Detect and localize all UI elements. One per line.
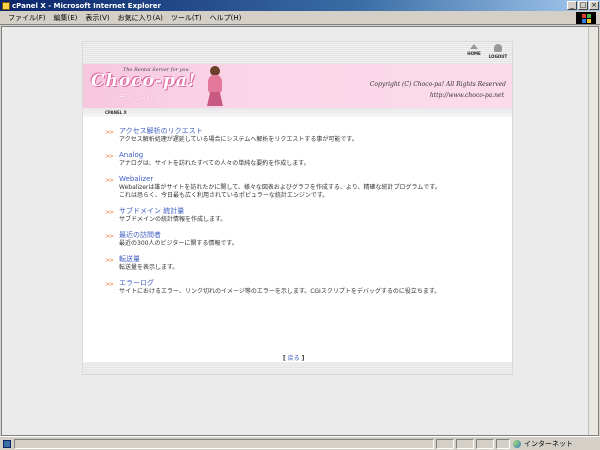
- menu-file[interactable]: ファイル(F): [8, 13, 46, 23]
- subdomain-stats-link[interactable]: サブドメイン 統計量: [119, 207, 505, 216]
- home-label: HOME: [467, 51, 481, 56]
- list-item: >> 最近の訪問者 最近の300人のビジターに関する情報です。: [105, 231, 505, 248]
- zone-label: インターネット: [524, 440, 573, 448]
- home-link[interactable]: HOME: [463, 44, 485, 56]
- logout-link[interactable]: LOGOUT: [487, 44, 509, 59]
- item-description: アナログは、サイトを訪れたすべての人々の単純な要約を作成します。: [119, 160, 310, 167]
- item-description: 最近の300人のビジターに関する情報です。: [119, 240, 238, 247]
- webalizer-link[interactable]: Webalizer: [119, 175, 505, 184]
- list-item: >> サブドメイン 統計量 サブドメインの統計情報を作成します。: [105, 207, 505, 224]
- site-url: http://www.choco-pa.net: [429, 92, 504, 99]
- item-description: 転送量を表示します。: [119, 264, 179, 271]
- logout-label: LOGOUT: [488, 54, 508, 59]
- menu-view[interactable]: 表示(V): [85, 13, 109, 23]
- item-description: Webalizerは誰がサイトを訪れたかに関して、様々な図表およびグラフを作成す…: [119, 184, 441, 191]
- page-icon: [3, 440, 11, 448]
- menu-help[interactable]: ヘルプ(H): [210, 13, 242, 23]
- status-bar: インターネット: [0, 436, 600, 450]
- cpanel-content: HOME LOGOUT The Rental Server for you Ch…: [82, 41, 513, 375]
- arrow-icon: >>: [105, 281, 114, 288]
- status-cell: [496, 439, 510, 449]
- arrow-icon: >>: [105, 177, 114, 184]
- arrow-icon: >>: [105, 209, 114, 216]
- back-link[interactable]: 戻る: [288, 355, 300, 362]
- top-nav: HOME LOGOUT: [83, 42, 512, 64]
- stats-menu-list: >> アクセス解析のリクエスト アクセス解析処理が遅延している場合にシステムへ解…: [105, 127, 505, 303]
- menu-bar: ファイル(F) 編集(E) 表示(V) お気に入り(A) ツール(T) ヘルプ(…: [0, 11, 600, 25]
- ie-icon: [2, 1, 10, 10]
- maximize-button[interactable]: □: [578, 1, 588, 10]
- minimize-button[interactable]: _: [567, 1, 577, 10]
- menu-favorites[interactable]: お気に入り(A): [118, 13, 163, 23]
- analog-link[interactable]: Analog: [119, 151, 505, 160]
- mascot-image: [207, 66, 223, 106]
- status-text-cell: [14, 439, 434, 449]
- status-cell: [476, 439, 494, 449]
- arrow-icon: >>: [105, 153, 114, 160]
- menu-tools[interactable]: ツール(T): [171, 13, 202, 23]
- footer-strip: [83, 362, 512, 374]
- bracket-close: ]: [301, 355, 305, 362]
- status-cell: [436, 439, 454, 449]
- logo-japanese: チョコパ！: [117, 93, 157, 102]
- arrow-icon: >>: [105, 129, 114, 136]
- close-button[interactable]: ×: [589, 1, 599, 10]
- list-item: >> 転送量 転送量を表示します。: [105, 255, 505, 272]
- breadcrumb: CPANEL X: [105, 110, 127, 115]
- recent-visitors-link[interactable]: 最近の訪問者: [119, 231, 505, 240]
- window-title: cPanel X - Microsoft Internet Explorer: [12, 1, 161, 10]
- menu-edit[interactable]: 編集(E): [54, 13, 78, 23]
- list-item: >> エラーログ サイトにおけるエラー、リンク切れのイメージ等のエラーを示します…: [105, 279, 505, 296]
- window-controls: _ □ ×: [567, 1, 599, 10]
- status-cell: [456, 439, 474, 449]
- title-bar: cPanel X - Microsoft Internet Explorer _…: [0, 0, 600, 11]
- bracket-open: [: [283, 355, 286, 362]
- browser-viewport: HOME LOGOUT The Rental Server for you Ch…: [1, 26, 599, 436]
- windows-logo-icon: [576, 12, 596, 24]
- back-nav: [ 戻る ]: [283, 353, 304, 362]
- arrow-icon: >>: [105, 233, 114, 240]
- item-description: アクセス解析処理が遅延している場合にシステムへ解析をリクエストする事が可能です。: [119, 136, 358, 143]
- list-item: >> アクセス解析のリクエスト アクセス解析処理が遅延している場合にシステムへ解…: [105, 127, 505, 144]
- item-description-2: これは恐らく、今日最も広く利用されているポピュラーな統計エンジンです。: [119, 192, 329, 199]
- bandwidth-link[interactable]: 転送量: [119, 255, 505, 264]
- breadcrumb-bar: CPANEL X: [83, 108, 512, 117]
- header-banner: The Rental Server for you Choco-pa! チョコパ…: [83, 64, 512, 108]
- list-item: >> Webalizer Webalizerは誰がサイトを訪れたかに関して、様々…: [105, 175, 505, 200]
- logo: Choco-pa!: [91, 71, 197, 91]
- vertical-scrollbar[interactable]: [588, 27, 598, 435]
- logout-icon: [494, 44, 502, 52]
- security-zone: インターネット: [513, 439, 573, 449]
- error-log-link[interactable]: エラーログ: [119, 279, 505, 288]
- arrow-icon: >>: [105, 257, 114, 264]
- copyright-text: Copyright (C) Choco-pa! All Rights Reser…: [369, 81, 506, 88]
- home-icon: [470, 44, 478, 49]
- item-description: サブドメインの統計情報を作成します。: [119, 216, 227, 223]
- access-request-link[interactable]: アクセス解析のリクエスト: [119, 127, 505, 136]
- globe-icon: [513, 440, 521, 448]
- item-description: サイトにおけるエラー、リンク切れのイメージ等のエラーを示します。CGIスクリプト…: [119, 288, 441, 295]
- list-item: >> Analog アナログは、サイトを訪れたすべての人々の単純な要約を作成しま…: [105, 151, 505, 168]
